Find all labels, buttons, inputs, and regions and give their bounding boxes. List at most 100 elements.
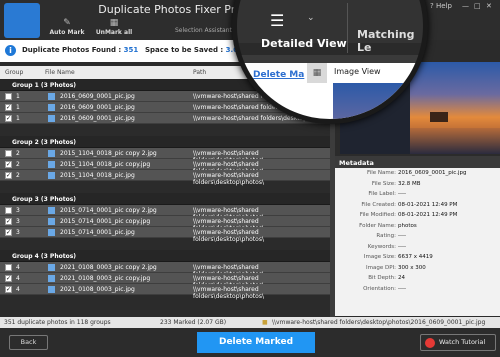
selection-assistant[interactable]: Selection Assistant (175, 27, 232, 34)
unmark-all-button[interactable]: ▦ UnMark all (92, 18, 136, 40)
lens-delete-marked[interactable]: Delete Ma (253, 70, 304, 80)
col-path[interactable]: Path (193, 69, 206, 76)
metadata-row: Folder Name: photos (335, 221, 500, 232)
row-checkbox[interactable] (5, 207, 12, 214)
row-checkbox[interactable]: ✓ (5, 161, 12, 168)
row-group-number: 4 (16, 286, 20, 293)
metadata-key: File Name: (366, 170, 396, 176)
image-file-icon (48, 286, 55, 293)
row-group-number: 2 (16, 161, 20, 168)
metadata-row: Rating: ---- (335, 231, 500, 242)
folder-icon: ■ (262, 319, 268, 326)
lens-divider (347, 3, 348, 53)
row-group-number: 3 (16, 229, 20, 236)
status-bar: 351 duplicate photos in 118 groups 233 M… (0, 317, 500, 328)
help-menu[interactable]: ? Help (430, 2, 452, 10)
table-row[interactable]: 4 2021_0108_0003_pic copy 2.jpg \\vmware-h… (0, 262, 330, 278)
info-icon: i (5, 45, 16, 56)
table-row[interactable]: 2 2015_1104_0018_pic copy 2.jpg \\vmware-h… (0, 148, 330, 164)
preview-water (410, 128, 500, 154)
metadata-value: ---- (398, 243, 406, 250)
delete-marked-button[interactable]: Delete Marked (197, 332, 315, 353)
found-label: Duplicate Photos Found : (22, 46, 122, 54)
row-file-name: 2021_0108_0003_pic copy.jpg (60, 275, 151, 282)
row-file-name: 2015_0714_0001_pic copy 2.jpg (60, 207, 157, 214)
tutorial-label: Watch Tutorial (439, 338, 486, 346)
row-checkbox[interactable]: ✓ (5, 115, 12, 122)
row-group-number: 1 (16, 104, 20, 111)
metadata-value: ---- (398, 233, 406, 239)
unmark-label: UnMark all (95, 29, 133, 36)
matching-level-label: Matching Le (357, 28, 415, 54)
table-row[interactable]: ✓ 2 2015_1104_0018_pic copy.jpg \\vmware-ho… (0, 159, 330, 175)
status-path: \\vmware-host\shared folders\desktop\pho… (272, 319, 486, 326)
magnifier-lens: ☰ ⌄ Detailed View Matching Le Delete Ma … (232, 0, 428, 124)
row-file-name: 2016_0609_0001_pic.jpg (60, 93, 135, 100)
minimize-button[interactable]: — (462, 2, 469, 10)
col-file-name[interactable]: File Name (45, 69, 75, 76)
row-group-number: 4 (16, 275, 20, 282)
image-file-icon (48, 207, 55, 214)
info-bar: i Duplicate Photos Found : 351 Space to … (0, 40, 255, 62)
image-file-icon (48, 115, 55, 122)
group-header[interactable]: Group 2 (3 Photos) (0, 136, 330, 148)
row-checkbox[interactable]: ✓ (5, 275, 12, 282)
back-button[interactable]: Back (9, 335, 48, 350)
row-group-number: 1 (16, 115, 20, 122)
table-row[interactable]: 3 2015_0714_0001_pic copy 2.jpg \\vmware-h… (0, 205, 330, 221)
col-group[interactable]: Group (5, 69, 23, 76)
group-header[interactable]: Group 4 (3 Photos) (0, 250, 330, 262)
metadata-key: File Size: (371, 180, 396, 187)
metadata-value: 2016_0609_0001_pic.jpg (398, 170, 467, 176)
row-group-number: 4 (16, 264, 20, 271)
list-view-icon[interactable]: ☰ (270, 11, 284, 30)
row-checkbox[interactable] (5, 93, 12, 100)
group-header[interactable]: Group 3 (3 Photos) (0, 193, 330, 205)
image-file-icon (48, 264, 55, 271)
row-file-name: 2015_1104_0018_pic.jpg (60, 172, 135, 179)
watch-tutorial-button[interactable]: Watch Tutorial (420, 334, 496, 351)
column-header: Group File Name Path (0, 66, 255, 79)
metadata-key: Image Size: (363, 254, 396, 260)
chevron-down-icon[interactable]: ⌄ (307, 13, 315, 23)
metadata-value: 08-01-2021 12:49 PM (398, 212, 458, 218)
row-path: \\vmware-host\shared folders\desktop\pho… (193, 172, 264, 186)
row-checkbox[interactable]: ✓ (5, 104, 12, 111)
image-file-icon (48, 275, 55, 282)
metadata-row: File Size: 32.8 MB (335, 179, 500, 190)
row-group-number: 2 (16, 150, 20, 157)
grid-icon: ▦ (307, 63, 327, 83)
metadata-key: Keywords: (367, 243, 396, 250)
metadata-key: Folder Name: (359, 222, 396, 229)
metadata-value: 300 x 300 (398, 264, 426, 271)
row-file-name: 2021_0108_0003_pic.jpg (60, 286, 135, 293)
table-row[interactable]: ✓ 3 2015_0714_0001_pic copy.jpg \\vmware-ho… (0, 216, 330, 232)
row-path: \\vmware-host\shared folders\desktop\pho… (193, 286, 264, 300)
metadata-row: Keywords: ---- (335, 242, 500, 253)
row-checkbox[interactable] (5, 150, 12, 157)
row-file-name: 2015_1104_0018_pic copy 2.jpg (60, 150, 157, 157)
table-row[interactable]: ✓ 4 2021_0108_0003_pic copy.jpg \\vmware-ho… (0, 273, 330, 289)
row-checkbox[interactable]: ✓ (5, 172, 12, 179)
row-file-name: 2015_0714_0001_pic copy.jpg (60, 218, 151, 225)
row-checkbox[interactable]: ✓ (5, 218, 12, 225)
status-marked: 233 Marked (2.07 GB) (160, 319, 227, 326)
image-file-icon (48, 150, 55, 157)
close-button[interactable]: ✕ (486, 2, 492, 10)
unmark-icon: ▦ (109, 18, 119, 28)
detailed-view-button[interactable]: Detailed View (261, 37, 347, 50)
row-checkbox[interactable] (5, 264, 12, 271)
lens-photo (333, 83, 423, 119)
auto-mark-button[interactable]: ✎ Auto Mark (48, 18, 86, 40)
duplicates-found: Duplicate Photos Found : 351 (22, 46, 138, 54)
maximize-button[interactable]: □ (474, 2, 481, 10)
table-row[interactable]: ✓ 4 2021_0108_0003_pic.jpg \\vmware-host\sh… (0, 284, 330, 300)
preview-hut (430, 112, 448, 122)
row-checkbox[interactable]: ✓ (5, 286, 12, 293)
row-checkbox[interactable]: ✓ (5, 229, 12, 236)
table-row[interactable]: ✓ 3 2015_0714_0001_pic.jpg \\vmware-host\sh… (0, 227, 330, 243)
image-view-option[interactable]: Image View (334, 67, 381, 76)
image-file-icon (48, 93, 55, 100)
metadata-key: File Created: (361, 201, 396, 208)
table-row[interactable]: ✓ 2 2015_1104_0018_pic.jpg \\vmware-host\sh… (0, 170, 330, 186)
